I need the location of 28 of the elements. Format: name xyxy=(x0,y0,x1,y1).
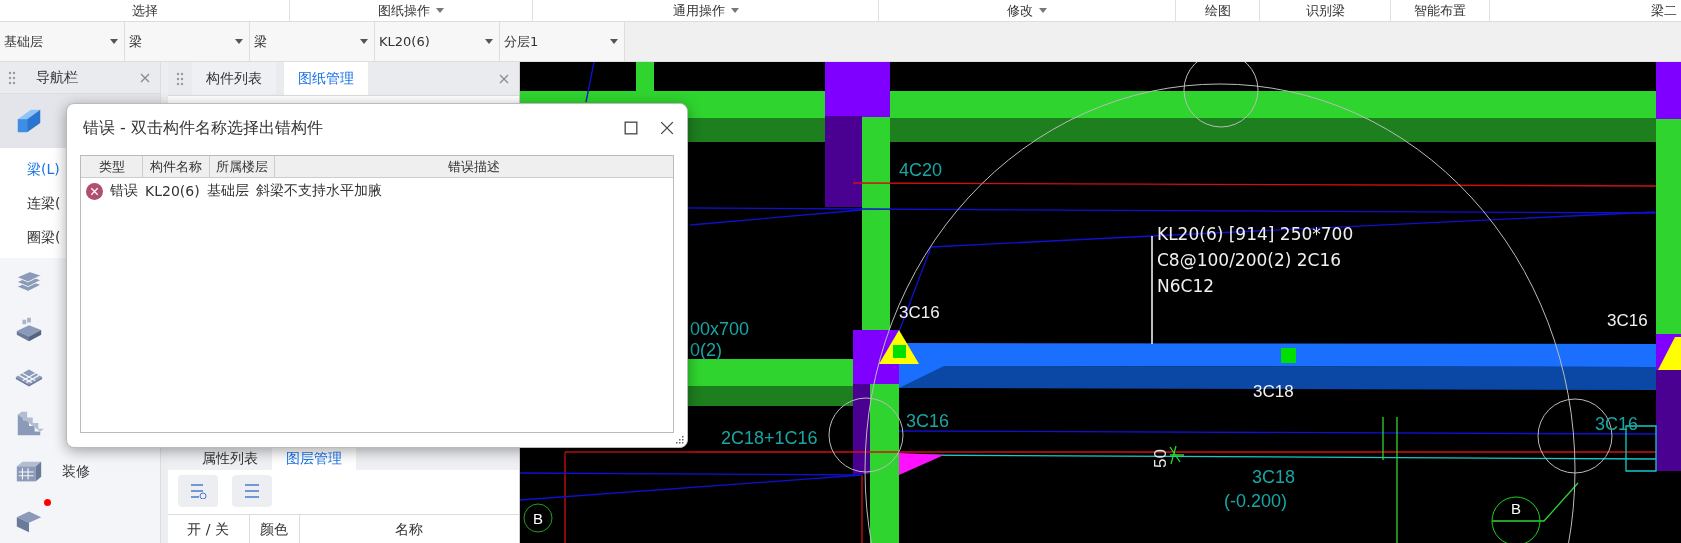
panel-title: 导航栏 xyxy=(36,68,79,87)
dialog-title: 错误 - 双击构件名称选择出错构件 xyxy=(83,117,323,139)
table-cell: 斜梁不支持水平加腋 xyxy=(255,182,382,200)
drawing-label: 00x700 xyxy=(690,319,750,339)
drawing-label: 50 xyxy=(1151,449,1170,468)
drawing-label: 3C16 xyxy=(1595,414,1639,434)
drawing-label: B xyxy=(1511,500,1521,517)
column-header: 所属楼层 xyxy=(210,156,275,177)
column-header: 开 / 关 xyxy=(167,515,250,543)
drawing-label: B xyxy=(533,510,543,527)
drawing-label: 3C16 xyxy=(906,411,950,431)
column-header: 颜色 xyxy=(249,515,300,543)
drawing-label: 3C18 xyxy=(1252,467,1296,487)
beam-annotation-line: N6C12 xyxy=(1157,276,1215,296)
drawing-label: (-0.200) xyxy=(1224,491,1288,511)
drawing-label: 0(2) xyxy=(690,340,722,360)
table-cell: 错误 xyxy=(110,182,138,200)
table-cell: KL20(6) xyxy=(145,183,200,199)
beam-annotation-line: C8@100/200(2) 2C16 xyxy=(1157,250,1342,270)
column-header: 错误描述 xyxy=(447,158,501,176)
column-header: 构件名称 xyxy=(143,156,210,177)
column-header: 名称 xyxy=(394,520,425,539)
table-cell: 基础层 xyxy=(206,182,249,200)
drawing-label: 4C20 xyxy=(899,160,943,180)
column-header: 类型 xyxy=(81,156,143,177)
category-label: 装修 xyxy=(62,462,90,481)
drawing-label: 2C18+1C16 xyxy=(721,428,818,448)
drawing-label: 3C16 xyxy=(1607,311,1648,330)
